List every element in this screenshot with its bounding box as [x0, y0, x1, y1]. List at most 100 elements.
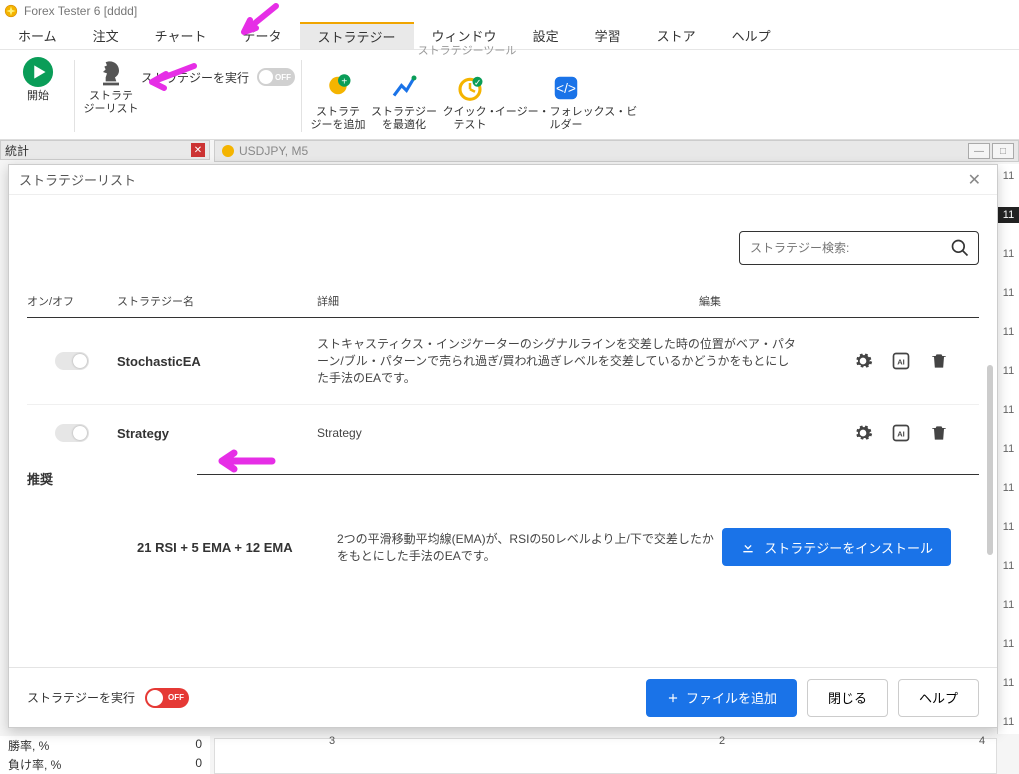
exec-strategy-group: ストラテジーを実行 OFF: [141, 54, 295, 86]
dialog-body: オン/オフ ストラテジー名 詳細 編集 StochasticEA ストキャスティ…: [9, 195, 997, 667]
knight-icon: [95, 56, 127, 88]
menu-order[interactable]: 注文: [75, 22, 137, 49]
start-button[interactable]: 開始: [8, 54, 68, 105]
search-box[interactable]: [739, 231, 979, 265]
gear-icon[interactable]: [853, 423, 873, 443]
trash-icon[interactable]: [929, 351, 949, 371]
plus-icon: [666, 691, 680, 705]
search-input[interactable]: [748, 240, 950, 256]
price-scale: 11 11 11 11 11 11 11 11 11 11 11 11 11 11 11: [997, 164, 1019, 734]
table-row: StochasticEA ストキャスティクス・インジケーターのシグナルラインを交…: [27, 318, 979, 405]
workspace: 統計 ✕ USDJPY, M5 — □ 11111111111111111111…: [0, 140, 1019, 774]
dialog-title: ストラテジーリスト: [19, 170, 136, 189]
price-tick: 11: [998, 363, 1019, 379]
menu-chart[interactable]: チャート: [137, 22, 225, 49]
tools-section-label: ストラテジーツール: [308, 42, 626, 58]
menu-home[interactable]: ホーム: [0, 22, 75, 49]
clock-icon: ✓: [454, 72, 486, 104]
svg-text:+: +: [341, 76, 347, 87]
dialog-close-button[interactable]: ✕: [962, 168, 987, 192]
quick-test-button[interactable]: ✓ クイック・ テスト: [440, 70, 500, 133]
price-tick: 11: [998, 207, 1019, 223]
download-icon: [740, 539, 756, 555]
add-icon: +: [322, 72, 354, 104]
price-tick: 11: [998, 558, 1019, 574]
footer-exec-label: ストラテジーを実行: [27, 689, 135, 706]
col-detail: 詳細: [317, 293, 699, 309]
strategy-list-dialog: ストラテジーリスト ✕ オン/オフ ストラテジー名 詳細 編集 Stochast…: [8, 164, 998, 728]
col-onoff: オン/オフ: [27, 293, 117, 309]
price-tick: 11: [998, 168, 1019, 184]
trash-icon[interactable]: [929, 423, 949, 443]
gear-icon[interactable]: [853, 351, 873, 371]
row-toggle[interactable]: [55, 352, 89, 370]
svg-text:AI: AI: [897, 358, 905, 367]
ai-icon[interactable]: AI: [891, 351, 911, 371]
svg-text:</>: </>: [556, 81, 576, 96]
stats-header: 統計 ✕: [0, 140, 210, 160]
price-tick: 11: [998, 480, 1019, 496]
menu-store[interactable]: ストア: [639, 22, 714, 49]
title-bar: Forex Tester 6 [dddd]: [0, 0, 1019, 22]
stats-title: 統計: [5, 142, 29, 159]
add-strategy-button[interactable]: + ストラテ ジーを追加: [308, 70, 368, 133]
stat-row: 負け率, %0: [0, 755, 210, 774]
dialog-footer: ストラテジーを実行 OFF ファイルを追加 閉じる ヘルプ: [9, 667, 997, 727]
price-tick: 11: [998, 246, 1019, 262]
stats-close-button[interactable]: ✕: [191, 143, 205, 157]
table-header: オン/オフ ストラテジー名 詳細 編集: [27, 285, 979, 318]
recommended-label: 推奨: [27, 469, 197, 488]
exec-label: ストラテジーを実行: [141, 69, 249, 86]
row-name: StochasticEA: [117, 354, 317, 369]
table-row: Strategy Strategy AI: [27, 405, 979, 461]
reco-name: 21 RSI + 5 EMA + 12 EMA: [137, 540, 337, 555]
app-title: Forex Tester 6 [dddd]: [24, 4, 137, 18]
optimize-icon: [388, 72, 420, 104]
play-icon: [22, 56, 54, 88]
row-name: Strategy: [117, 426, 317, 441]
price-tick: 11: [998, 675, 1019, 691]
menu-data[interactable]: データ: [225, 22, 300, 49]
optimize-strategy-button[interactable]: ストラテジー を最適化: [374, 70, 434, 133]
chart-maximize-button[interactable]: □: [992, 143, 1014, 159]
stat-row: 勝率, %0: [0, 736, 210, 755]
dialog-header: ストラテジーリスト ✕: [9, 165, 997, 195]
svg-text:AI: AI: [897, 430, 905, 439]
bottom-stats: 勝率, %0 負け率, %0: [0, 736, 210, 774]
recommended-row: 21 RSI + 5 EMA + 12 EMA 2つの平滑移動平均線(EMA)が…: [27, 488, 979, 566]
price-tick: 11: [998, 441, 1019, 457]
row-toggle[interactable]: [55, 424, 89, 442]
chart-minimize-button[interactable]: —: [968, 143, 990, 159]
col-edit: 編集: [699, 293, 979, 309]
ai-icon[interactable]: AI: [891, 423, 911, 443]
sun-icon: [221, 144, 235, 158]
row-detail: Strategy: [317, 425, 839, 442]
svg-text:✓: ✓: [474, 78, 481, 88]
divider: [74, 60, 75, 132]
price-tick: 11: [998, 636, 1019, 652]
chart-header: USDJPY, M5 — □: [214, 140, 1019, 162]
news-flag-strip: 3245: [214, 738, 997, 774]
add-file-button[interactable]: ファイルを追加: [646, 679, 797, 717]
ribbon: 開始 ストラテ ジーリスト ストラテジーを実行 OFF ストラテジーツール + …: [0, 50, 1019, 140]
install-button[interactable]: ストラテジーをインストール: [722, 528, 951, 566]
builder-button[interactable]: </> イージー・フォレックス・ビ ルダー: [506, 70, 626, 133]
exec-toggle[interactable]: OFF: [257, 68, 295, 86]
price-tick: 11: [998, 597, 1019, 613]
reco-detail: 2つの平滑移動平均線(EMA)が、RSIの50レベルより上/下で交差したかをもと…: [337, 530, 722, 564]
help-button[interactable]: ヘルプ: [898, 679, 979, 717]
divider: [301, 60, 302, 132]
col-name: ストラテジー名: [117, 293, 317, 309]
price-tick: 11: [998, 285, 1019, 301]
price-tick: 11: [998, 324, 1019, 340]
menu-help[interactable]: ヘルプ: [714, 22, 789, 49]
scrollbar[interactable]: [987, 365, 993, 555]
strategy-list-button[interactable]: ストラテ ジーリスト: [81, 54, 141, 117]
search-icon: [950, 238, 970, 258]
price-tick: 11: [998, 402, 1019, 418]
price-tick: 11: [998, 714, 1019, 730]
price-tick: 11: [998, 519, 1019, 535]
close-button[interactable]: 閉じる: [807, 679, 888, 717]
footer-exec-toggle[interactable]: OFF: [145, 688, 189, 708]
chart-title: USDJPY, M5: [239, 144, 308, 158]
